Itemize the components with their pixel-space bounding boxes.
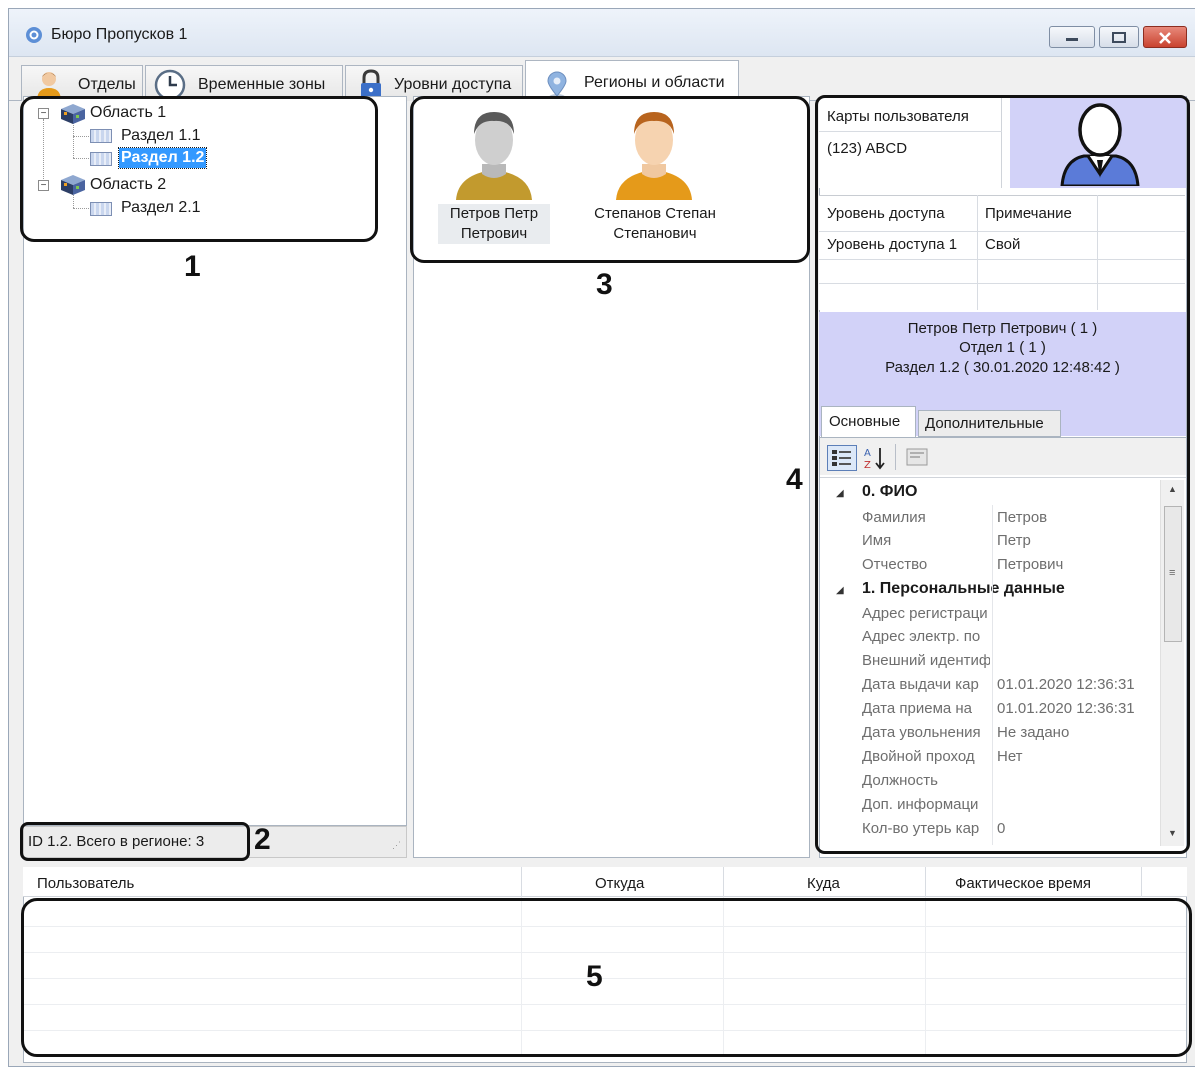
callout-box-4	[815, 95, 1190, 854]
tab-label: Временные зоны	[198, 76, 326, 93]
minimize-button[interactable]	[1049, 26, 1095, 48]
callout-number-3: 3	[596, 268, 613, 301]
callout-number-2: 2	[254, 823, 271, 856]
events-header-to[interactable]: Куда	[807, 875, 840, 892]
callout-number-5: 5	[586, 960, 603, 993]
events-header-actual-time[interactable]: Фактическое время	[955, 875, 1091, 892]
app-logo-icon	[25, 26, 43, 44]
callout-box-5	[21, 898, 1192, 1057]
events-header-from[interactable]: Откуда	[595, 875, 644, 892]
tab-label: Регионы и области	[584, 74, 725, 91]
callout-box-3	[410, 96, 810, 263]
window-title: Бюро Пропусков 1	[51, 26, 188, 43]
maximize-icon	[1112, 32, 1126, 43]
callout-box-2	[20, 822, 250, 861]
events-header-row: Пользователь Откуда Куда Фактическое вре…	[23, 867, 1187, 897]
tab-label: Уровни доступа	[394, 76, 512, 93]
minimize-icon	[1066, 38, 1078, 41]
maximize-button[interactable]	[1099, 26, 1139, 48]
callout-number-1: 1	[184, 250, 201, 283]
callout-box-1	[20, 96, 378, 242]
callout-number-4: 4	[786, 463, 803, 496]
close-button[interactable]	[1143, 26, 1187, 48]
resize-grip-icon[interactable]: ⋰	[392, 840, 401, 851]
tab-label: Отделы	[78, 76, 136, 93]
close-icon	[1159, 32, 1171, 44]
events-header-user[interactable]: Пользователь	[37, 875, 134, 892]
title-bar: Бюро Пропусков 1	[9, 9, 1195, 57]
